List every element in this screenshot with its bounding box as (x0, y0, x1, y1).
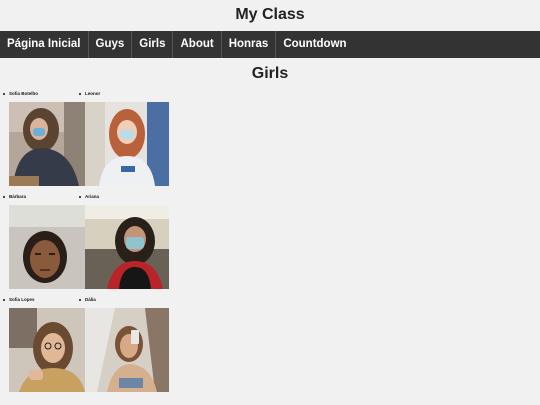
bullet-icon (79, 92, 81, 95)
student-card: Ariana (79, 192, 169, 295)
student-card: Dália (79, 295, 169, 398)
student-photo (9, 205, 85, 289)
student-name: Sofia Lopes (9, 297, 35, 302)
nav-link-pagina-inicial[interactable]: Página Inicial (0, 31, 89, 58)
student-name-item: Bárbara (3, 192, 79, 201)
student-name: Bárbara (9, 194, 27, 199)
student-name: Ariana (85, 194, 100, 199)
nav-link-guys[interactable]: Guys (89, 31, 133, 58)
bullet-icon (3, 195, 5, 198)
student-name: Sofia Botelho (9, 91, 38, 96)
nav-link-about[interactable]: About (173, 31, 222, 58)
main-navigation: Página Inicial Guys Girls About Honras C… (0, 31, 540, 58)
student-name-item: Ariana (79, 192, 165, 201)
student-photo (85, 308, 169, 392)
page-heading: Girls (251, 65, 289, 82)
student-name-item: Leonor (79, 89, 165, 98)
student-name-item: Sofia Lopes (3, 295, 79, 304)
students-grid: Sofia Botelho Leonor Bárbara Ariana Sofi… (3, 89, 169, 398)
site-title: My Class (235, 6, 305, 23)
bullet-icon (79, 195, 81, 198)
student-photo (9, 102, 85, 186)
student-name: Dália (85, 297, 96, 302)
student-photo (85, 102, 169, 186)
student-photo (85, 205, 169, 289)
student-card: Sofia Botelho (3, 89, 85, 192)
student-name: Leonor (85, 91, 101, 96)
student-name-item: Sofia Botelho (3, 89, 79, 98)
student-card: Bárbara (3, 192, 85, 295)
bullet-icon (79, 298, 81, 301)
student-name-item: Dália (79, 295, 165, 304)
student-card: Sofia Lopes (3, 295, 85, 398)
nav-link-countdown[interactable]: Countdown (276, 31, 353, 58)
student-photo (9, 308, 85, 392)
student-card: Leonor (79, 89, 169, 192)
nav-link-girls[interactable]: Girls (132, 31, 174, 58)
nav-link-honras[interactable]: Honras (222, 31, 277, 58)
bullet-icon (3, 92, 5, 95)
bullet-icon (3, 298, 5, 301)
